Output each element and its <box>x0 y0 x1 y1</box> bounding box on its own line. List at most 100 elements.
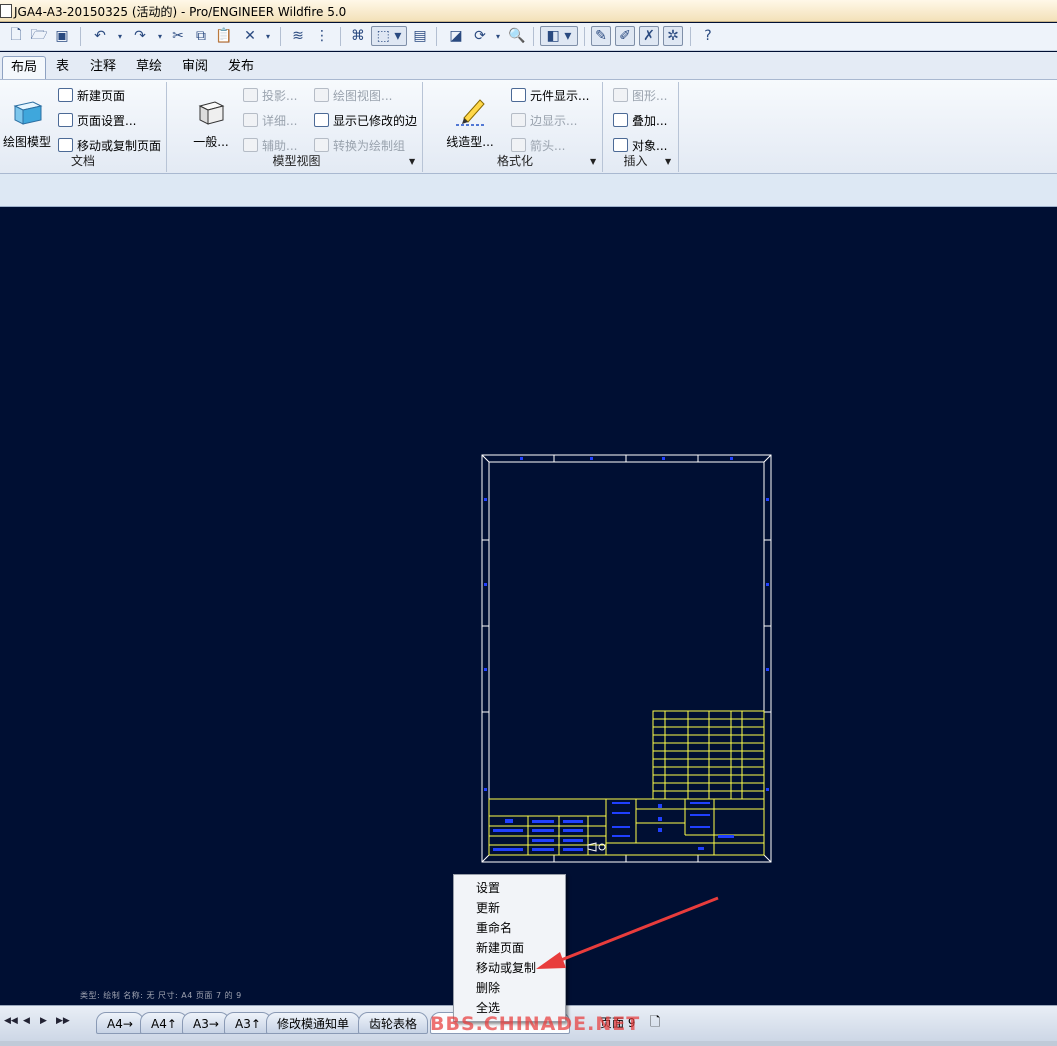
message-bar <box>0 174 1057 207</box>
component-display-button[interactable]: 元件显示... <box>511 85 589 105</box>
prev-sheet-icon[interactable]: ◀ <box>23 1016 30 1026</box>
graphics-icon <box>613 88 628 102</box>
cut-icon[interactable]: ✂ <box>168 26 188 46</box>
format-dropdown-icon[interactable]: ▼ <box>590 157 596 166</box>
overlay-label: 叠加... <box>632 113 668 128</box>
regenerate-dropdown-icon[interactable]: ▾ <box>488 26 508 46</box>
edge-display-button[interactable]: 边显示... <box>511 110 577 130</box>
edge-display-icon <box>511 113 526 127</box>
drawing-view-icon <box>314 88 329 102</box>
component-display-label: 元件显示... <box>530 88 590 103</box>
page-setup-button[interactable]: 页面设置... <box>58 110 136 130</box>
save-icon[interactable]: ▣ <box>52 26 72 46</box>
menu-item-delete[interactable]: 删除 <box>454 978 565 998</box>
drawing-view-label: 绘图视图... <box>333 88 393 103</box>
sketch-tool-2-icon[interactable]: ✐ <box>615 26 635 46</box>
next-sheet-icon[interactable]: ▶ <box>40 1016 47 1026</box>
sheet-status-info: 类型: 绘制 名称: 无 尺寸: A4 页面 7 的 9 <box>80 991 242 1000</box>
arrows-label: 箭头... <box>530 138 566 153</box>
tab-table[interactable]: 表 <box>48 56 77 79</box>
sheet-tab-a4-landscape[interactable]: A4→ <box>96 1012 144 1034</box>
menu-item-rename[interactable]: 重命名 <box>454 918 565 938</box>
sheet-context-menu: 设置 更新 重命名 新建页面 移动或复制 删除 全选 <box>453 874 566 1022</box>
general-view-label: 一般... <box>193 135 229 149</box>
redo-dropdown-icon[interactable]: ▾ <box>150 26 170 46</box>
paste-icon[interactable]: 📋 <box>214 26 234 46</box>
model-views-dropdown-icon[interactable]: ▼ <box>409 157 415 166</box>
projection-icon <box>243 88 258 102</box>
line-style-icon <box>456 99 485 126</box>
sketch-tool-icon[interactable]: ✎ <box>591 26 611 46</box>
undo-icon[interactable]: ↶ <box>90 26 110 46</box>
menu-item-update[interactable]: 更新 <box>454 898 565 918</box>
redo-icon[interactable]: ↷ <box>130 26 150 46</box>
delete-icon[interactable]: ✕ <box>240 26 260 46</box>
arrows-icon <box>511 138 526 152</box>
sheet-tab-a3-landscape[interactable]: A3→ <box>182 1012 230 1034</box>
undo-dropdown-icon[interactable]: ▾ <box>110 26 130 46</box>
page-setup-icon <box>58 113 73 127</box>
quick-access-toolbar: 🗋 🗁 ▣ ↶ ▾ ↷ ▾ ✂ ⧉ 📋 ✕ ▾ ≋ ⋮ ⌘ ⬚ ▾ ▤ ◪ ⟳ … <box>0 23 1057 51</box>
line-style-button[interactable]: 线造型... <box>444 96 496 150</box>
group-insert-label: 插入 <box>623 154 648 168</box>
zoom-icon[interactable]: 🔍 <box>507 26 527 46</box>
model-tree-icon[interactable]: ⋮ <box>312 26 332 46</box>
title-bar: JGA4-A3-20150325 (活动的) - Pro/ENGINEER Wi… <box>0 0 1057 22</box>
graphics-button[interactable]: 图形... <box>613 85 667 105</box>
insert-dropdown-icon[interactable]: ▼ <box>665 157 671 166</box>
measure-icon[interactable]: ▤ <box>410 26 430 46</box>
new-file-icon[interactable]: 🗋 <box>6 26 26 46</box>
binoculars-icon[interactable]: ⌘ <box>348 26 368 46</box>
whats-this-icon[interactable]: ? <box>698 26 718 46</box>
menu-item-new-page[interactable]: 新建页面 <box>454 938 565 958</box>
drawing-model-icon <box>13 101 43 125</box>
drawing-model-label: 绘图模型 <box>2 135 51 149</box>
graphics-label: 图形... <box>632 88 668 103</box>
sheet-tab-a3-portrait[interactable]: A3↑ <box>224 1012 272 1034</box>
edge-display-label: 边显示... <box>530 113 578 128</box>
new-page-label: 新建页面 <box>77 88 126 103</box>
tab-sketch[interactable]: 草绘 <box>128 56 170 79</box>
open-folder-icon[interactable]: 🗁 <box>29 26 49 46</box>
first-sheet-icon[interactable]: ◀◀ <box>4 1016 18 1026</box>
new-page-button[interactable]: 新建页面 <box>58 85 125 105</box>
detailed-view-label: 详细... <box>262 113 298 128</box>
new-sheet-icon[interactable]: 🗋 <box>650 1012 660 1034</box>
menu-item-setup[interactable]: 设置 <box>454 878 565 898</box>
show-modified-edges-button[interactable]: 显示已修改的边 <box>314 110 417 130</box>
menu-item-move-or-copy[interactable]: 移动或复制 <box>454 958 565 978</box>
bottom-strip <box>0 1041 1057 1046</box>
drawing-model-button[interactable]: 绘图模型 <box>2 96 52 150</box>
group-model-views-label: 模型视图 <box>272 154 321 168</box>
delete-dropdown-icon[interactable]: ▾ <box>258 26 278 46</box>
display-style-icon[interactable]: ◧ ▾ <box>540 26 578 46</box>
group-document-label: 文档 <box>70 154 95 168</box>
drawing-view-button[interactable]: 绘图视图... <box>314 85 392 105</box>
auxiliary-view-label: 辅助... <box>262 138 298 153</box>
page-setup-label: 页面设置... <box>77 113 137 128</box>
ribbon: 绘图模型 新建页面 页面设置... 移动或复制页面 文档 一般... 投影...… <box>0 79 1057 174</box>
window-title: JGA4-A3-20150325 (活动的) - Pro/ENGINEER Wi… <box>14 5 347 19</box>
projection-button[interactable]: 投影... <box>243 85 297 105</box>
detailed-view-button[interactable]: 详细... <box>243 110 297 130</box>
tab-annotate[interactable]: 注释 <box>82 56 124 79</box>
sketch-tool-4-icon[interactable]: ✲ <box>663 26 683 46</box>
projection-label: 投影... <box>262 88 298 103</box>
last-sheet-icon[interactable]: ▶▶ <box>56 1016 70 1026</box>
tab-publish[interactable]: 发布 <box>220 56 262 79</box>
layer-icon[interactable]: ≋ <box>288 26 308 46</box>
general-view-button[interactable]: 一般... <box>185 96 237 150</box>
sheet-tab-a4-portrait[interactable]: A4↑ <box>140 1012 188 1034</box>
tab-layout[interactable]: 布局 <box>2 56 47 79</box>
group-format-label: 格式化 <box>496 154 533 168</box>
box-select-icon[interactable]: ⬚ ▾ <box>371 26 407 46</box>
sheet-tab-change-notice[interactable]: 修改模通知单 <box>266 1012 361 1034</box>
tab-review[interactable]: 审阅 <box>174 56 216 79</box>
overlay-button[interactable]: 叠加... <box>613 110 667 130</box>
repaint-icon[interactable]: ◪ <box>446 26 466 46</box>
sketch-tool-3-icon[interactable]: ✗ <box>639 26 659 46</box>
auxiliary-view-icon <box>243 138 258 152</box>
regenerate-icon[interactable]: ⟳ <box>470 26 490 46</box>
copy-icon[interactable]: ⧉ <box>191 26 211 46</box>
sheet-tab-gear-table[interactable]: 齿轮表格 <box>358 1012 429 1034</box>
